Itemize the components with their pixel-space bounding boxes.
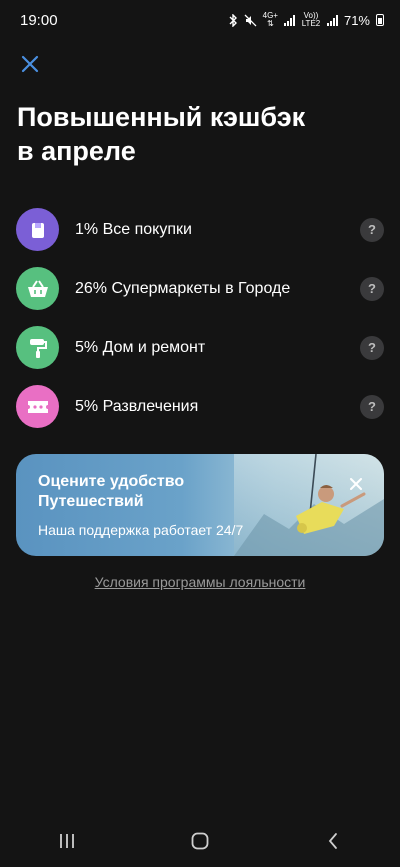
travel-promo-banner[interactable]: Оцените удобство Путешествий Наша поддер… [16,454,384,556]
cashback-list: 1% Все покупки ? 26% Супермаркеты в Горо… [0,200,400,436]
status-time: 19:00 [20,11,58,29]
network-type: 4G+ ⇅ [262,11,278,28]
basket-icon [16,267,59,310]
cashback-item-entertainment[interactable]: 5% Развлечения ? [0,377,400,436]
title-line-2: в апреле [17,136,136,166]
mute-icon [244,14,257,26]
volte-indicator: Vo)) LTE2 [301,11,321,28]
paint-roller-icon [16,326,59,369]
banner-close-button[interactable] [346,474,366,494]
home-icon [191,832,209,850]
cashback-item-all-purchases[interactable]: 1% Все покупки ? [0,200,400,259]
help-icon: ? [368,222,376,237]
back-button[interactable] [303,821,363,861]
cashback-item-label: 26% Супермаркеты в Городе [75,279,291,297]
title-line-1: Повышенный кэшбэк [17,102,306,132]
banner-title: Оцените удобство Путешествий [38,473,185,510]
close-icon [350,478,362,490]
status-bar: 19:00 4G+ ⇅ Vo)) LTE2 71% [0,0,400,40]
system-nav-bar [0,815,400,867]
help-button[interactable]: ? [360,335,384,360]
back-icon [329,833,338,849]
signal-icon-2 [326,14,338,26]
page-title: Повышенный кэшбэк в апреле [17,100,377,168]
battery-icon [376,14,384,26]
close-icon [21,55,39,73]
cashback-item-supermarkets[interactable]: 26% Супермаркеты в Городе ? [0,259,400,318]
cashback-item-home-repair[interactable]: 5% Дом и ремонт ? [0,318,400,377]
cashback-item-label: 5% Дом и ремонт [75,338,206,356]
help-icon: ? [368,281,376,296]
cashback-item-label: 5% Развлечения [75,397,199,415]
banner-subtitle: Наша поддержка работает 24/7 [38,522,244,538]
cashback-item-label: 1% Все покупки [75,220,192,238]
signal-icon-1 [283,14,295,26]
shopping-bag-icon [16,208,59,251]
recent-apps-button[interactable] [37,821,97,861]
help-button[interactable]: ? [360,394,384,419]
close-button[interactable] [14,48,46,80]
status-icons: 4G+ ⇅ Vo)) LTE2 71% [228,12,384,28]
help-button[interactable]: ? [360,276,384,301]
banner-text: Оцените удобство Путешествий Наша поддер… [38,472,258,538]
recent-apps-icon [59,834,74,848]
help-icon: ? [368,340,376,355]
home-button[interactable] [170,821,230,861]
bluetooth-icon [229,13,237,27]
loyalty-terms-link[interactable]: Условия программы лояльности [0,574,400,590]
battery-percent: 71% [343,12,370,28]
help-icon: ? [368,399,376,414]
help-button[interactable]: ? [360,217,384,242]
ticket-icon [16,385,59,428]
